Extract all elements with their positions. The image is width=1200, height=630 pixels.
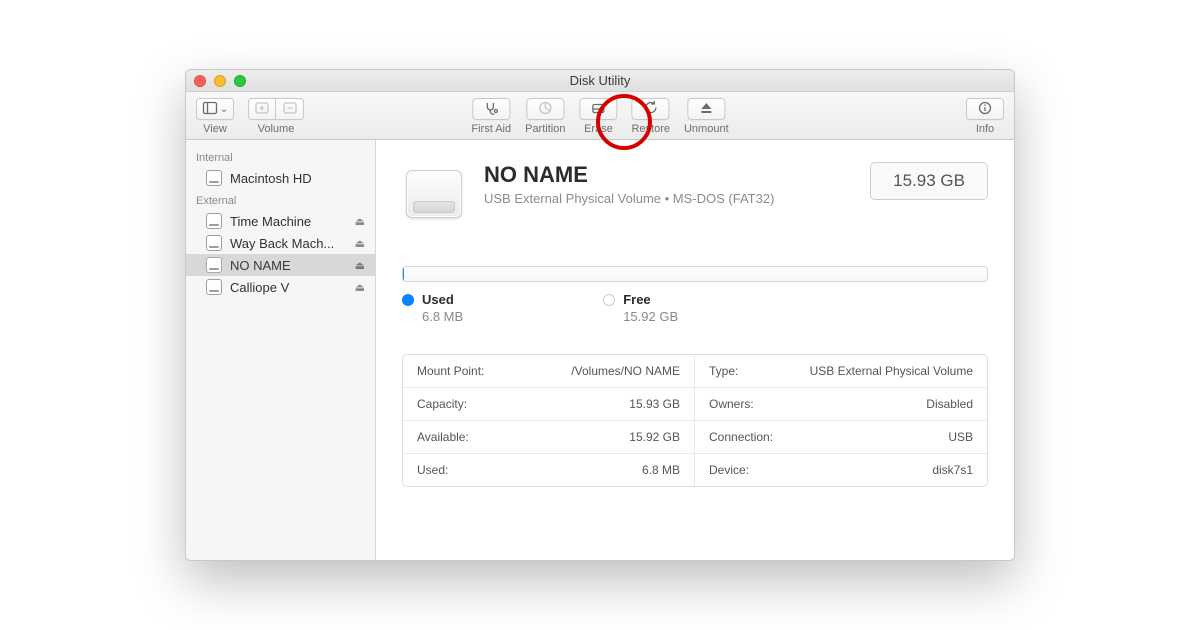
prop-owners: Owners:Disabled xyxy=(695,388,987,421)
main-panel: NO NAME USB External Physical Volume • M… xyxy=(376,140,1014,560)
stethoscope-icon xyxy=(483,100,499,119)
sidebar-item-label: Macintosh HD xyxy=(230,171,312,186)
usage-bar xyxy=(402,266,988,282)
sidebar-item-label: Calliope V xyxy=(230,280,289,295)
unmount-button[interactable] xyxy=(687,98,725,120)
prop-connection: Connection:USB xyxy=(695,421,987,454)
volume-label: Volume xyxy=(258,123,295,135)
view-button[interactable]: ⌄ xyxy=(196,98,234,120)
remove-volume-button[interactable] xyxy=(276,98,304,120)
add-volume-button[interactable] xyxy=(248,98,276,120)
disk-utility-window: Disk Utility ⌄ View Volu xyxy=(185,69,1015,561)
info-button[interactable] xyxy=(966,98,1004,120)
minimize-button[interactable] xyxy=(214,75,226,87)
used-label: Used xyxy=(422,292,454,307)
erase-label: Erase xyxy=(584,123,613,135)
restore-label: Restore xyxy=(631,123,670,135)
eject-icon[interactable]: ⏏ xyxy=(355,237,365,250)
sidebar-icon xyxy=(202,100,218,119)
eject-icon[interactable]: ⏏ xyxy=(355,215,365,228)
sidebar-item-label: NO NAME xyxy=(230,258,291,273)
prop-capacity: Capacity:15.93 GB xyxy=(403,388,695,421)
info-label: Info xyxy=(976,123,994,135)
properties-table: Mount Point:/Volumes/NO NAME Type:USB Ex… xyxy=(402,354,988,487)
disk-icon xyxy=(206,170,222,186)
first-aid-button[interactable] xyxy=(472,98,510,120)
toolbar: ⌄ View Volume xyxy=(186,92,1014,140)
info-icon xyxy=(977,100,993,119)
volume-size-badge: 15.93 GB xyxy=(870,162,988,200)
sidebar-item-no-name[interactable]: NO NAME ⏏ xyxy=(186,254,375,276)
close-button[interactable] xyxy=(194,75,206,87)
sidebar-item-label: Way Back Mach... xyxy=(230,236,334,251)
partition-button[interactable] xyxy=(526,98,564,120)
used-value: 6.8 MB xyxy=(422,309,463,324)
window-title: Disk Utility xyxy=(186,73,1014,88)
chevron-down-icon: ⌄ xyxy=(220,104,228,115)
disk-icon xyxy=(206,235,222,251)
partition-label: Partition xyxy=(525,123,565,135)
disk-icon xyxy=(206,213,222,229)
prop-mount-point: Mount Point:/Volumes/NO NAME xyxy=(403,355,695,388)
first-aid-label: First Aid xyxy=(471,123,511,135)
used-swatch xyxy=(402,294,414,306)
eject-icon xyxy=(698,100,714,119)
usage-legend: Used 6.8 MB Free 15.92 GB xyxy=(402,292,988,324)
restore-icon xyxy=(643,100,659,119)
volume-buttons xyxy=(248,98,304,120)
restore-button[interactable] xyxy=(632,98,670,120)
view-label: View xyxy=(203,123,227,135)
sidebar-item-calliope[interactable]: Calliope V ⏏ xyxy=(186,276,375,298)
sidebar-heading-external: External xyxy=(186,189,375,210)
pie-icon xyxy=(537,100,553,119)
sidebar-item-way-back[interactable]: Way Back Mach... ⏏ xyxy=(186,232,375,254)
sidebar-heading-internal: Internal xyxy=(186,146,375,167)
volume-subtitle: USB External Physical Volume • MS-DOS (F… xyxy=(484,191,852,206)
prop-type: Type:USB External Physical Volume xyxy=(695,355,987,388)
prop-available: Available:15.92 GB xyxy=(403,421,695,454)
window-body: Internal Macintosh HD External Time Mach… xyxy=(186,140,1014,560)
volume-header: NO NAME USB External Physical Volume • M… xyxy=(402,162,988,226)
usage-used-fill xyxy=(403,267,404,281)
traffic-lights xyxy=(194,75,246,87)
free-value: 15.92 GB xyxy=(623,309,678,324)
volume-icon xyxy=(402,162,466,226)
eject-icon[interactable]: ⏏ xyxy=(355,281,365,294)
eject-icon[interactable]: ⏏ xyxy=(355,259,365,272)
volume-name: NO NAME xyxy=(484,162,852,188)
erase-button[interactable] xyxy=(579,98,617,120)
sidebar-item-label: Time Machine xyxy=(230,214,311,229)
titlebar: Disk Utility xyxy=(186,70,1014,92)
sidebar-item-macintosh-hd[interactable]: Macintosh HD xyxy=(186,167,375,189)
prop-used: Used:6.8 MB xyxy=(403,454,695,486)
erase-icon xyxy=(590,100,606,119)
free-swatch xyxy=(603,294,615,306)
unmount-label: Unmount xyxy=(684,123,729,135)
disk-icon xyxy=(206,257,222,273)
zoom-button[interactable] xyxy=(234,75,246,87)
sidebar: Internal Macintosh HD External Time Mach… xyxy=(186,140,376,560)
prop-device: Device:disk7s1 xyxy=(695,454,987,486)
sidebar-item-time-machine[interactable]: Time Machine ⏏ xyxy=(186,210,375,232)
minus-volume-icon xyxy=(282,100,298,119)
free-label: Free xyxy=(623,292,650,307)
disk-icon xyxy=(206,279,222,295)
plus-volume-icon xyxy=(254,100,270,119)
